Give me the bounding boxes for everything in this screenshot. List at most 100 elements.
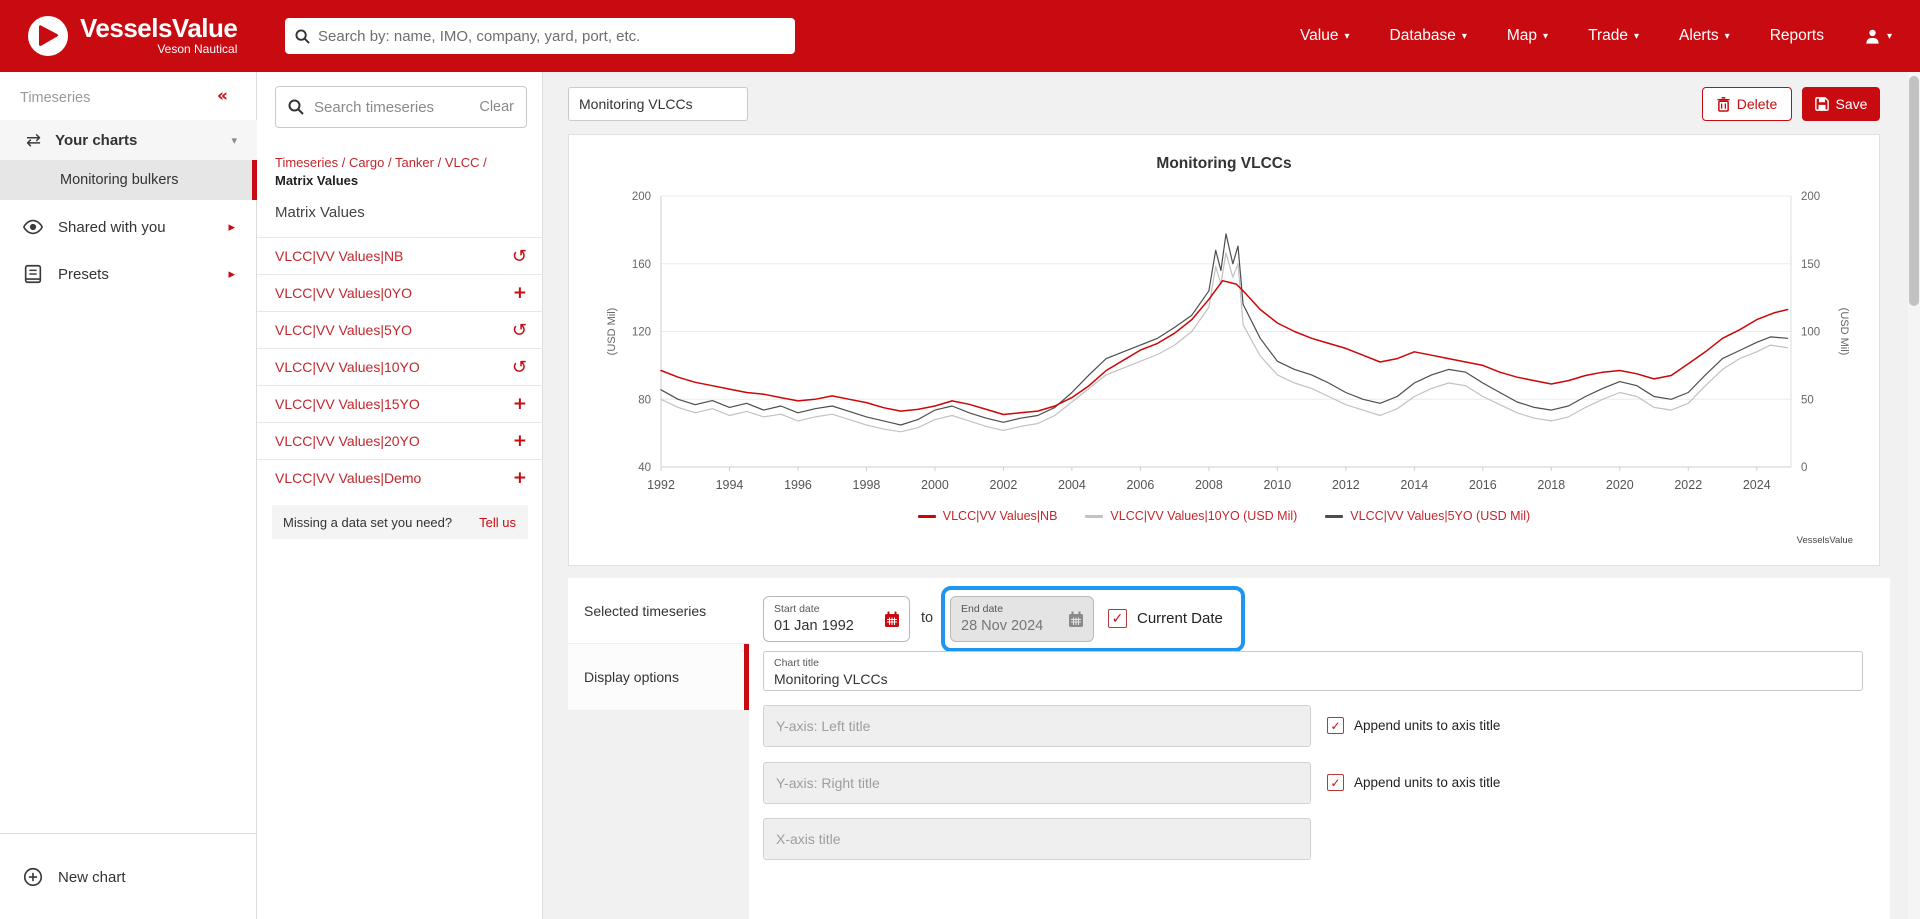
sidebar-item-label: Presets bbox=[58, 266, 109, 283]
chevron-right-icon: ▸ bbox=[228, 220, 235, 235]
nav-item-database[interactable]: Database▾ bbox=[1390, 27, 1467, 45]
add-icon[interactable]: + bbox=[513, 431, 527, 451]
chart-title-field[interactable]: Chart title Monitoring VLCCs bbox=[763, 651, 1863, 691]
chart-name-input[interactable] bbox=[568, 87, 748, 121]
svg-text:2016: 2016 bbox=[1469, 478, 1497, 492]
sidebar-divider bbox=[0, 833, 257, 834]
add-icon[interactable]: + bbox=[513, 283, 527, 303]
plus-circle-icon bbox=[22, 866, 44, 888]
chart-legend: VLCC|VV Values|NB VLCC|VV Values|10YO (US… bbox=[569, 509, 1879, 523]
tab-label: Selected timeseries bbox=[584, 603, 706, 619]
nav-item-trade[interactable]: Trade▾ bbox=[1588, 27, 1639, 45]
tab-selected-timeseries[interactable]: Selected timeseries bbox=[568, 578, 749, 644]
breadcrumb-current: Matrix Values bbox=[275, 172, 527, 190]
add-icon[interactable]: + bbox=[513, 394, 527, 414]
append-units-right-row: ✓ Append units to axis title bbox=[1327, 774, 1500, 791]
top-navbar: VesselsValue Veson Nautical Value▾ Databa… bbox=[0, 0, 1920, 72]
breadcrumb-link[interactable]: VLCC bbox=[445, 155, 480, 170]
timeseries-list-item[interactable]: VLCC|VV Values|0YO + bbox=[257, 274, 543, 311]
timeseries-list-item[interactable]: VLCC|VV Values|5YO↺ bbox=[257, 311, 543, 348]
compare-arrows-icon: ⇄ bbox=[26, 130, 41, 151]
legend-item[interactable]: VLCC|VV Values|NB bbox=[918, 509, 1058, 523]
svg-text:2020: 2020 bbox=[1606, 478, 1634, 492]
sidebar-item-monitoring-bulkers[interactable]: Monitoring bulkers bbox=[0, 160, 257, 200]
append-units-right-checkbox[interactable]: ✓ bbox=[1327, 774, 1344, 791]
svg-text:1992: 1992 bbox=[647, 478, 675, 492]
current-date-label: Current Date bbox=[1137, 610, 1223, 627]
display-options-form: Start date 01 Jan 1992 to End date 28 No… bbox=[749, 578, 1890, 919]
nav-item-reports[interactable]: Reports bbox=[1770, 27, 1824, 45]
undo-icon[interactable]: ↺ bbox=[512, 246, 527, 267]
vesselsvalue-logo[interactable]: VesselsValue Veson Nautical bbox=[28, 15, 237, 56]
brand-name: VesselsValue bbox=[80, 15, 237, 41]
calendar-icon[interactable] bbox=[884, 611, 900, 628]
chevron-right-icon: ▸ bbox=[228, 267, 235, 282]
play-triangle-icon bbox=[37, 24, 59, 48]
save-floppy-icon bbox=[1815, 97, 1829, 111]
legend-label: VLCC|VV Values|5YO (USD Mil) bbox=[1350, 509, 1530, 523]
breadcrumb-link[interactable]: Tanker bbox=[395, 155, 434, 170]
breadcrumb-link[interactable]: Cargo bbox=[349, 155, 384, 170]
save-button[interactable]: Save bbox=[1802, 87, 1880, 121]
svg-text:50: 50 bbox=[1801, 394, 1814, 406]
user-menu[interactable]: ▾ bbox=[1864, 28, 1892, 45]
undo-icon[interactable]: ↺ bbox=[512, 357, 527, 378]
end-date-field[interactable]: End date 28 Nov 2024 bbox=[950, 596, 1094, 642]
timeseries-list-item[interactable]: VLCC|VV Values|10YO ↺ bbox=[257, 348, 543, 385]
sidebar-item-presets[interactable]: Presets ▸ bbox=[0, 253, 257, 295]
timeseries-label: VLCC|VV Values|0YO bbox=[275, 285, 412, 301]
legend-label: VLCC|VV Values|NB bbox=[943, 509, 1058, 523]
y-axis-right-title-input[interactable] bbox=[763, 762, 1311, 804]
line-chart[interactable]: 4080120160200050100150200199219941996199… bbox=[569, 135, 1881, 567]
new-chart-button[interactable]: New chart bbox=[0, 855, 257, 899]
breadcrumb-link[interactable]: Timeseries bbox=[275, 155, 338, 170]
append-units-left-checkbox[interactable]: ✓ bbox=[1327, 717, 1344, 734]
legend-label: VLCC|VV Values|10YO (USD Mil) bbox=[1110, 509, 1297, 523]
timeseries-label: VLCC|VV Values|10YO bbox=[275, 359, 420, 375]
timeseries-search-input[interactable] bbox=[314, 99, 479, 116]
nav-item-alerts[interactable]: Alerts▾ bbox=[1679, 27, 1730, 45]
book-icon bbox=[22, 263, 44, 285]
person-icon bbox=[1864, 28, 1881, 45]
timeseries-list: VLCC|VV Values|NB↺VLCC|VV Values|0YO+VLC… bbox=[257, 237, 543, 496]
logo-text: VesselsValue Veson Nautical bbox=[80, 15, 237, 56]
trash-icon bbox=[1717, 97, 1730, 112]
timeseries-list-item[interactable]: VLCC|VV Values|15YO+ bbox=[257, 385, 543, 422]
y-axis-left-title-input[interactable] bbox=[763, 705, 1311, 747]
chart-card: Monitoring VLCCs 40801201602000501001502… bbox=[568, 134, 1880, 566]
breadcrumb-links: Timeseries / Cargo / Tanker / VLCC / bbox=[275, 154, 527, 172]
scrollbar-thumb[interactable] bbox=[1909, 76, 1919, 306]
sidebar-section-label: Timeseries bbox=[20, 90, 90, 106]
undo-icon[interactable]: ↺ bbox=[512, 320, 527, 341]
svg-text:200: 200 bbox=[632, 191, 651, 203]
tab-display-options[interactable]: Display options bbox=[568, 644, 749, 710]
start-date-field[interactable]: Start date 01 Jan 1992 bbox=[763, 596, 910, 642]
delete-button[interactable]: Delete bbox=[1702, 87, 1792, 121]
x-axis-title-input[interactable] bbox=[763, 818, 1311, 860]
tell-us-link[interactable]: Tell us bbox=[479, 515, 516, 530]
timeseries-list-item[interactable]: VLCC|VV Values|20YO+ bbox=[257, 422, 543, 459]
nav-item-map[interactable]: Map▾ bbox=[1507, 27, 1548, 45]
legend-item[interactable]: VLCC|VV Values|10YO (USD Mil) bbox=[1085, 509, 1297, 523]
sidebar-item-your-charts[interactable]: ⇄ Your charts ▾ bbox=[0, 120, 257, 160]
nav-item-value[interactable]: Value▾ bbox=[1300, 27, 1350, 45]
global-search-input[interactable] bbox=[318, 28, 785, 45]
timeseries-list-item[interactable]: VLCC|VV Values|NB↺ bbox=[257, 237, 543, 274]
legend-dash-icon bbox=[1325, 515, 1343, 518]
svg-text:100: 100 bbox=[1801, 327, 1820, 339]
sidebar-item-shared-with-you[interactable]: Shared with you ▸ bbox=[0, 206, 257, 248]
sidebar-item-label: Shared with you bbox=[58, 219, 166, 236]
timeseries-list-item[interactable]: VLCC|VV Values|Demo+ bbox=[257, 459, 543, 496]
legend-item[interactable]: VLCC|VV Values|5YO (USD Mil) bbox=[1325, 509, 1530, 523]
add-icon[interactable]: + bbox=[513, 468, 527, 488]
collapse-sidebar-icon[interactable]: « bbox=[217, 86, 228, 106]
clear-search-button[interactable]: Clear bbox=[479, 99, 514, 115]
list-header[interactable]: Matrix Values bbox=[275, 204, 365, 221]
append-units-left-row: ✓ Append units to axis title bbox=[1327, 717, 1500, 734]
eye-icon bbox=[22, 216, 44, 238]
svg-text:1994: 1994 bbox=[716, 478, 744, 492]
page-scrollbar[interactable] bbox=[1908, 72, 1920, 919]
svg-text:2014: 2014 bbox=[1400, 478, 1428, 492]
current-date-checkbox[interactable]: ✓ bbox=[1108, 609, 1127, 628]
brand-subtitle: Veson Nautical bbox=[80, 42, 237, 56]
